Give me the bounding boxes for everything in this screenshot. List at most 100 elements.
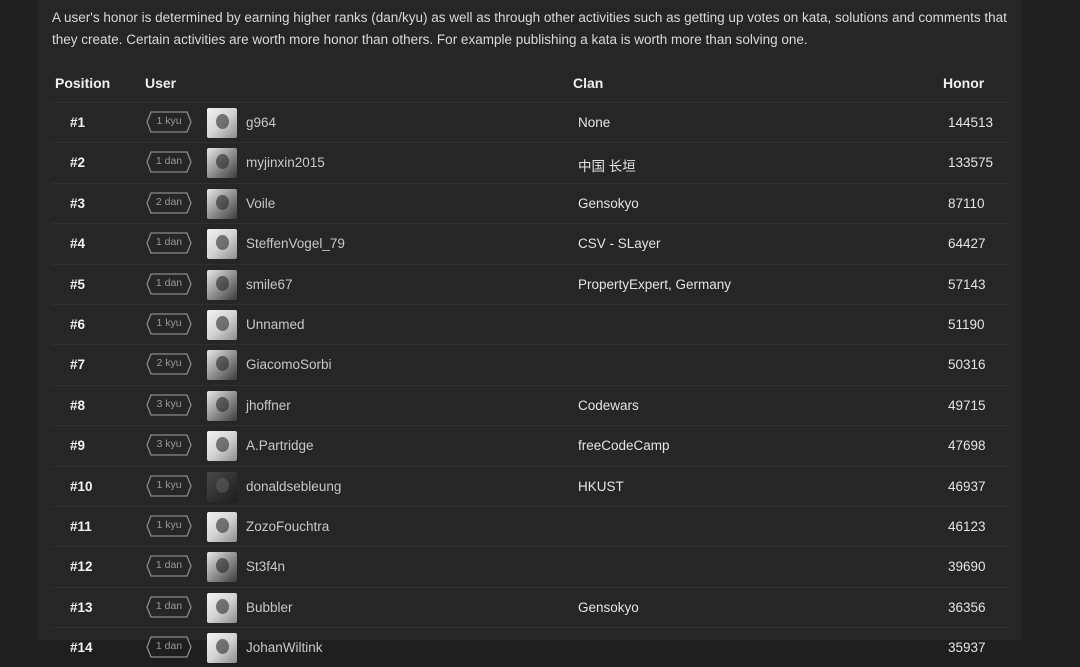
honor-cell: 36356	[948, 599, 986, 615]
username-link[interactable]: ZozoFouchtra	[246, 519, 329, 534]
column-header-honor: Honor	[943, 75, 985, 91]
honor-cell: 47698	[948, 438, 986, 454]
avatar[interactable]	[207, 148, 237, 179]
username-link[interactable]: g964	[246, 115, 276, 130]
username-link[interactable]: smile67	[246, 277, 293, 292]
position-cell: #8	[70, 397, 86, 413]
rank-badge: 1 dan	[146, 272, 192, 295]
rank-badge: 2 dan	[146, 192, 192, 214]
table-row: #10 1 kyu donaldsebleung HKUST 46937	[52, 465, 1008, 506]
rank-badge: 1 kyu	[146, 313, 192, 335]
position-cell: #4	[70, 236, 86, 252]
clan-cell: Codewars	[578, 397, 639, 413]
clan-cell: HKUST	[578, 478, 624, 494]
rank-label: 1 kyu	[156, 115, 182, 127]
rank-label: 3 kyu	[156, 397, 182, 410]
table-row: #5 1 dan smile67 PropertyExpert, Germany 571…	[52, 263, 1008, 304]
avatar[interactable]	[207, 309, 237, 340]
username-link[interactable]: Bubbler	[246, 600, 293, 615]
rank-badge: 1 dan	[146, 232, 192, 254]
rank-label: 3 kyu	[156, 438, 182, 451]
username-link[interactable]: SteffenVogel_79	[246, 236, 345, 251]
honor-cell: 57143	[948, 276, 986, 292]
rank-label: 1 kyu	[156, 316, 182, 329]
username-link[interactable]: JohanWiltink	[246, 640, 323, 655]
avatar[interactable]	[207, 592, 237, 623]
clan-cell: 中国 长垣	[578, 159, 636, 175]
honor-description: A user's honor is determined by earning …	[52, 10, 1007, 47]
leaderboard-panel: A user's honor is determined by earning …	[38, 0, 1022, 664]
honor-cell: 46937	[948, 478, 986, 494]
clan-cell: PropertyExpert, Germany	[578, 276, 732, 292]
position-cell: #11	[70, 518, 92, 534]
table-row: #2 1 dan myjinxin2015 中国 长垣 133575	[52, 142, 1008, 182]
position-cell: #12	[70, 559, 93, 575]
avatar[interactable]	[207, 552, 237, 583]
table-row: #4 1 dan SteffenVogel_79 CSV - SLayer 64427	[52, 223, 1008, 263]
avatar[interactable]	[207, 108, 237, 138]
rank-label: 1 dan	[155, 276, 183, 289]
username-link[interactable]: A.Partridge	[246, 438, 314, 453]
clan-cell: Gensokyo	[578, 195, 639, 211]
rank-badge: 3 kyu	[146, 394, 192, 416]
avatar[interactable]	[207, 390, 237, 421]
rank-label: 1 dan	[155, 155, 183, 168]
position-cell: #9	[70, 438, 86, 454]
avatar[interactable]	[207, 471, 237, 502]
table-row: #7 2 kyu GiacomoSorbi 50316	[52, 344, 1008, 384]
honor-cell: 51190	[948, 316, 985, 332]
rank-label: 1 dan	[155, 640, 183, 653]
position-cell: #1	[70, 115, 86, 130]
avatar[interactable]	[207, 188, 237, 219]
rank-label: 2 kyu	[156, 357, 182, 370]
table-row: #9 3 kyu A.Partridge freeCodeCamp 47698	[52, 425, 1008, 465]
rank-badge: 1 dan	[146, 151, 192, 174]
username-link[interactable]: Unnamed	[246, 317, 305, 332]
username-link[interactable]: GiacomoSorbi	[246, 357, 332, 372]
avatar[interactable]	[207, 350, 237, 381]
username-link[interactable]: myjinxin2015	[246, 155, 325, 170]
avatar[interactable]	[207, 229, 237, 260]
position-cell: #2	[70, 155, 86, 171]
rank-badge: 1 dan	[146, 596, 192, 618]
rank-label: 1 dan	[155, 559, 183, 572]
honor-cell: 49715	[948, 397, 986, 413]
table-row: #14 1 dan JohanWiltink 35937	[52, 627, 1008, 667]
rank-label: 2 dan	[155, 195, 183, 208]
avatar[interactable]	[207, 431, 237, 462]
avatar[interactable]	[207, 269, 237, 300]
honor-cell: 87110	[948, 195, 985, 211]
rank-badge: 1 kyu	[146, 111, 192, 133]
leaderboard-table: Position User Clan Honor #1 1 kyu g964 None…	[52, 64, 1008, 667]
column-header-user: User	[145, 75, 177, 91]
honor-cell: 133575	[948, 155, 994, 171]
rank-label: 1 dan	[155, 599, 183, 612]
rank-label: 1 kyu	[156, 478, 182, 491]
position-cell: #10	[70, 478, 93, 494]
position-cell: #13	[70, 599, 93, 615]
clan-cell: None	[578, 115, 611, 130]
honor-cell: 35937	[948, 640, 986, 656]
username-link[interactable]: Voile	[246, 196, 275, 211]
table-row: #12 1 dan St3f4n 39690	[52, 546, 1008, 586]
clan-cell: freeCodeCamp	[578, 438, 670, 454]
avatar[interactable]	[207, 511, 237, 542]
username-link[interactable]: St3f4n	[246, 559, 285, 574]
username-link[interactable]: donaldsebleung	[246, 479, 341, 494]
table-row: #3 2 dan Voile Gensokyo 87110	[52, 182, 1008, 223]
position-cell: #3	[70, 195, 86, 211]
avatar[interactable]	[207, 633, 237, 664]
table-row: #6 1 kyu Unnamed 51190	[52, 303, 1008, 344]
rank-badge: 1 kyu	[146, 515, 192, 537]
position-cell: #7	[70, 357, 86, 373]
username-link[interactable]: jhoffner	[246, 398, 291, 413]
clan-cell: CSV - SLayer	[578, 236, 661, 252]
position-cell: #6	[70, 316, 86, 332]
rank-badge: 1 dan	[146, 636, 192, 658]
rank-label: 1 kyu	[156, 518, 182, 531]
rank-badge: 2 kyu	[146, 353, 192, 375]
honor-cell: 39690	[948, 559, 986, 575]
rank-badge: 1 kyu	[146, 474, 192, 497]
position-cell: #5	[70, 276, 86, 292]
honor-cell: 64427	[948, 236, 986, 252]
